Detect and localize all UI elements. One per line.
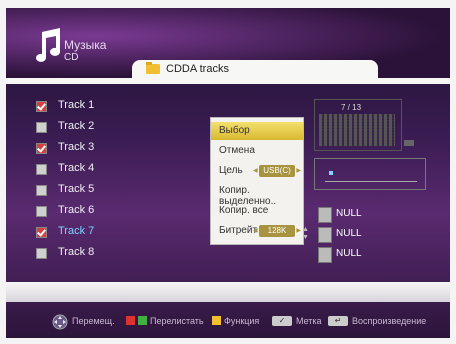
yellow-key-icon	[212, 316, 221, 325]
bitrate-value[interactable]: 128K	[253, 225, 301, 237]
list-item[interactable]: Track 2	[36, 119, 156, 137]
checkbox-icon[interactable]	[36, 122, 47, 133]
track-name: Track 7	[58, 225, 95, 237]
note-icon	[318, 207, 332, 223]
checkbox-icon[interactable]	[36, 101, 47, 112]
music-screen: Музыка CD CDDA tracks Track 1 Track 2 Tr…	[0, 0, 456, 344]
checkmark-key-icon: ✓	[272, 316, 292, 326]
app-title: Музыка	[64, 38, 107, 52]
progress-panel	[314, 158, 426, 190]
frame-top	[0, 0, 456, 8]
menu-item-select[interactable]: Выбор	[211, 122, 303, 140]
track-name: Track 5	[58, 183, 95, 195]
menu-scroll-arrows[interactable]: ▲ ▼	[302, 226, 310, 242]
frame-right	[450, 0, 456, 344]
frame-left	[0, 0, 6, 344]
menu-item-copy-selected[interactable]: Копир. выделенно..	[211, 182, 303, 207]
checkbox-icon[interactable]	[36, 164, 47, 175]
hint-mark: Метка	[296, 316, 322, 326]
info-text: NULL	[336, 208, 362, 219]
mini-button[interactable]	[404, 140, 414, 146]
context-menu: Выбор Отмена Цель USB(C) Копир. выделенн…	[210, 117, 304, 245]
bottom-band	[6, 282, 450, 302]
list-item[interactable]: Track 6	[36, 203, 156, 221]
dpad-icon	[52, 314, 68, 330]
equalizer-bars	[319, 114, 395, 146]
menu-item-label: Отмена	[219, 145, 255, 156]
folder-icon	[146, 62, 160, 74]
hint-move: Перемещ.	[72, 316, 115, 326]
track-name: Track 6	[58, 204, 95, 216]
track-name: Track 3	[58, 141, 95, 153]
green-key-icon	[138, 316, 147, 325]
menu-item-label: Копир. все	[219, 205, 269, 216]
progress-indicator	[329, 171, 333, 175]
info-text: NULL	[336, 228, 362, 239]
checkbox-icon[interactable]	[36, 143, 47, 154]
footer-hints: Перемещ. Перелистать Функция ✓ Метка ↵ В…	[52, 314, 442, 330]
list-item[interactable]: Track 8	[36, 245, 156, 263]
progress-bar[interactable]	[325, 181, 417, 182]
music-note-icon	[36, 28, 60, 62]
menu-item-label: Цель	[219, 165, 243, 176]
track-name: Track 4	[58, 162, 95, 174]
checkbox-icon[interactable]	[36, 227, 47, 238]
equalizer-display: 7 / 13	[314, 99, 402, 151]
track-name: Track 8	[58, 246, 95, 258]
list-item[interactable]: Track 7	[36, 224, 156, 242]
hint-scroll: Перелистать	[150, 316, 204, 326]
list-item[interactable]: Track 1	[36, 98, 156, 116]
checkbox-icon[interactable]	[36, 206, 47, 217]
app-subtitle: CD	[64, 52, 79, 63]
list-item[interactable]: Track 5	[36, 182, 156, 200]
person-icon	[318, 227, 332, 243]
tab-label: CDDA tracks	[166, 63, 229, 75]
info-text: NULL	[336, 248, 362, 259]
list-item[interactable]: Track 4	[36, 161, 156, 179]
menu-item-copy-all[interactable]: Копир. все	[211, 202, 303, 220]
hint-function: Функция	[224, 316, 260, 326]
track-counter: 7 / 13	[341, 103, 362, 112]
red-key-icon	[126, 316, 135, 325]
menu-item-target[interactable]: Цель USB(C)	[211, 162, 303, 180]
list-item[interactable]: Track 3	[36, 140, 156, 158]
target-value[interactable]: USB(C)	[253, 165, 301, 177]
top-band	[6, 78, 450, 84]
enter-key-icon: ↵	[328, 316, 348, 326]
hint-play: Воспроизведение	[352, 316, 427, 326]
track-name: Track 2	[58, 120, 95, 132]
menu-item-label: Битрейт	[219, 225, 258, 236]
checkbox-icon[interactable]	[36, 248, 47, 259]
menu-item-cancel[interactable]: Отмена	[211, 142, 303, 160]
menu-item-bitrate[interactable]: Битрейт 128K	[211, 222, 303, 240]
disc-icon	[318, 247, 332, 263]
frame-bottom	[0, 338, 456, 344]
checkbox-icon[interactable]	[36, 185, 47, 196]
track-name: Track 1	[58, 99, 95, 111]
tab-cdda-tracks[interactable]: CDDA tracks	[132, 60, 378, 78]
menu-item-label: Выбор	[219, 125, 250, 136]
